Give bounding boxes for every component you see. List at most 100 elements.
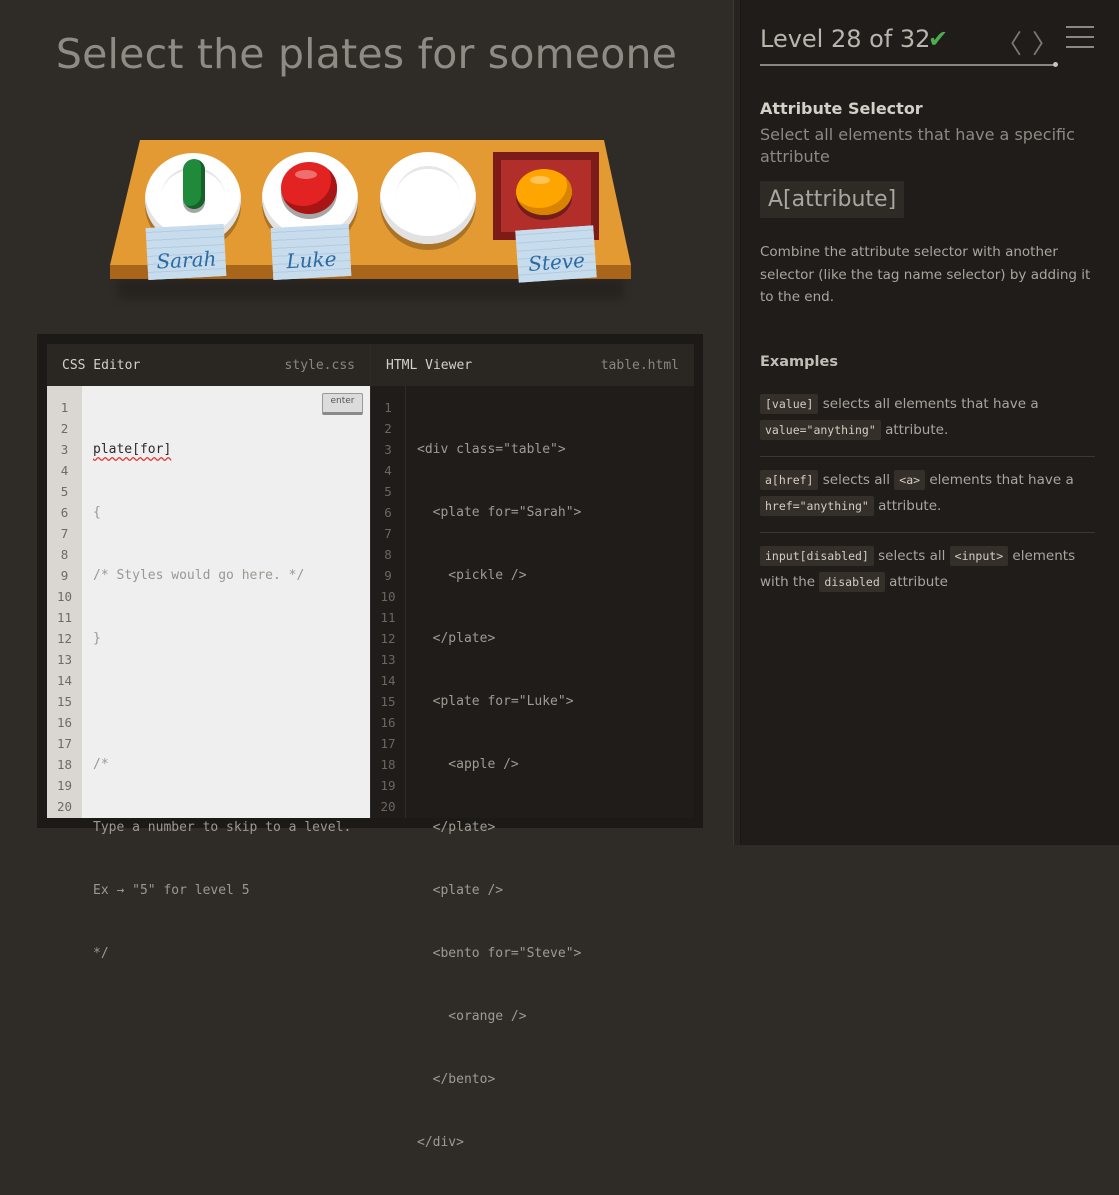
line-number: 12	[56, 631, 73, 646]
name-card-label: Luke	[285, 246, 338, 274]
name-card-label: Sarah	[155, 246, 218, 274]
line-number: 2	[384, 421, 392, 436]
css-editor-body: 1 2 3 4 5 6 7 8 9 10 11 12 13 14 15 16 1	[47, 386, 370, 961]
game-area: Select the plates for someone Sarah Luke…	[0, 0, 733, 1150]
enter-button[interactable]: enter	[322, 393, 363, 415]
example-code: [value]	[760, 394, 819, 414]
example-code: href="anything"	[760, 496, 874, 516]
sidebar: Level 28 of 32 ✔ 〈 〉 Attribute Selector …	[741, 0, 1119, 845]
markup-line[interactable]: <pickle />	[417, 565, 694, 586]
css-code: plate[for] { /* Styles would go here. */…	[82, 386, 370, 961]
line-number: 9	[60, 568, 69, 583]
css-selector-input[interactable]: plate[for]	[93, 442, 171, 457]
name-card-luke: Luke	[270, 223, 352, 281]
html-code: <div class="table"> <plate for="Sarah"> …	[406, 386, 694, 1150]
markup-line[interactable]: <plate for="Sarah">	[417, 502, 694, 523]
line-number: 7	[60, 526, 69, 541]
line-number: 14	[56, 673, 73, 688]
example-text: elements that have a	[925, 472, 1074, 488]
markup-line[interactable]: <bento for="Steve">	[417, 943, 694, 964]
line-number: 6	[60, 505, 69, 520]
code-line: }	[93, 631, 101, 646]
line-number: 10	[380, 589, 396, 604]
example-text: attribute.	[873, 498, 942, 514]
level-header: Level 28 of 32 ✔ 〈 〉	[760, 24, 1094, 68]
line-number: 19	[56, 778, 73, 793]
line-number: 19	[380, 778, 396, 793]
line-number: 8	[384, 547, 392, 562]
html-viewer-header: HTML Viewer table.html	[371, 344, 694, 386]
html-line-numbers: 1 2 3 4 5 6 7 8 9 10 11 12 13 14 15 16 1	[371, 386, 406, 818]
example-code: <input>	[949, 546, 1009, 566]
markup-line[interactable]: <orange />	[417, 1006, 694, 1027]
code-line: */	[93, 946, 109, 961]
code-line: Ex → "5" for level 5	[93, 883, 250, 898]
level-progress-handle	[1053, 62, 1058, 67]
table-shadow	[118, 279, 623, 299]
plate-rim	[396, 166, 460, 227]
plate-empty	[380, 152, 476, 244]
level-indicator[interactable]: Level 28 of 32	[760, 25, 930, 53]
markup-line[interactable]: </plate>	[417, 628, 694, 649]
line-number: 1	[384, 400, 392, 415]
line-number: 16	[380, 715, 396, 730]
line-number: 11	[380, 610, 396, 625]
line-number: 17	[56, 736, 73, 751]
selector-title: Select all elements that have a specific…	[760, 125, 1075, 166]
markup-line[interactable]: <plate for="Luke">	[417, 691, 694, 712]
example-item: a[href] selects all <a> elements that ha…	[760, 456, 1095, 527]
line-number: 1	[60, 400, 69, 415]
markup-line[interactable]: <apple />	[417, 754, 694, 775]
menu-icon[interactable]	[1066, 26, 1094, 50]
line-number: 13	[380, 652, 396, 667]
line-number: 5	[384, 484, 392, 499]
example-code: input[disabled]	[760, 546, 874, 566]
line-number: 9	[384, 568, 392, 583]
chevron-left-icon[interactable]: 〈	[996, 24, 1022, 60]
markup-line[interactable]: <plate />	[417, 880, 694, 901]
pickle-icon	[183, 159, 205, 209]
css-editor-title: CSS Editor	[62, 357, 141, 373]
line-number: 15	[380, 694, 396, 709]
example-text: selects all	[873, 548, 950, 564]
css-editor-header: CSS Editor style.css	[47, 344, 370, 386]
line-number: 5	[60, 484, 69, 499]
example-item: input[disabled] selects all <input> elem…	[760, 532, 1095, 595]
html-viewer-title: HTML Viewer	[386, 357, 473, 373]
line-number: 3	[60, 442, 69, 457]
line-number: 14	[380, 673, 396, 688]
check-icon: ✔	[928, 25, 949, 53]
markup-line[interactable]: <div class="table">	[417, 439, 694, 460]
name-card-steve: Steve	[515, 225, 597, 283]
selector-name: Attribute Selector	[760, 99, 923, 118]
example-text: selects all	[818, 472, 895, 488]
example-code: value="anything"	[760, 420, 881, 440]
chevron-right-icon[interactable]: 〉	[1032, 24, 1058, 60]
apple-icon	[281, 162, 337, 214]
line-number: 4	[384, 463, 392, 478]
markup-line[interactable]: </plate>	[417, 817, 694, 838]
line-number: 10	[56, 589, 73, 604]
code-line: Type a number to skip to a level.	[93, 820, 352, 835]
html-viewer-filename: table.html	[600, 357, 679, 373]
examples-title: Examples	[760, 354, 838, 370]
line-number: 4	[60, 463, 69, 478]
line-number: 7	[384, 526, 392, 541]
panel-divider	[733, 0, 741, 845]
example-code: disabled	[819, 572, 885, 592]
markup-line[interactable]: </bento>	[417, 1069, 694, 1090]
name-card-sarah: Sarah	[145, 223, 227, 281]
orange-icon	[516, 169, 572, 215]
selector-syntax: A[attribute]	[760, 181, 905, 218]
line-number: 20	[380, 799, 396, 814]
code-line: /*	[93, 757, 109, 772]
code-line: {	[93, 505, 101, 520]
html-viewer-body: 1 2 3 4 5 6 7 8 9 10 11 12 13 14 15 16 1	[371, 386, 694, 1150]
markup-line[interactable]: </div>	[417, 1132, 694, 1153]
css-line-numbers: 1 2 3 4 5 6 7 8 9 10 11 12 13 14 15 16 1	[47, 386, 82, 818]
line-number: 8	[60, 547, 69, 562]
line-number: 13	[56, 652, 73, 667]
line-number: 18	[56, 757, 73, 772]
example-item: [value] selects all elements that have a…	[760, 391, 1095, 451]
